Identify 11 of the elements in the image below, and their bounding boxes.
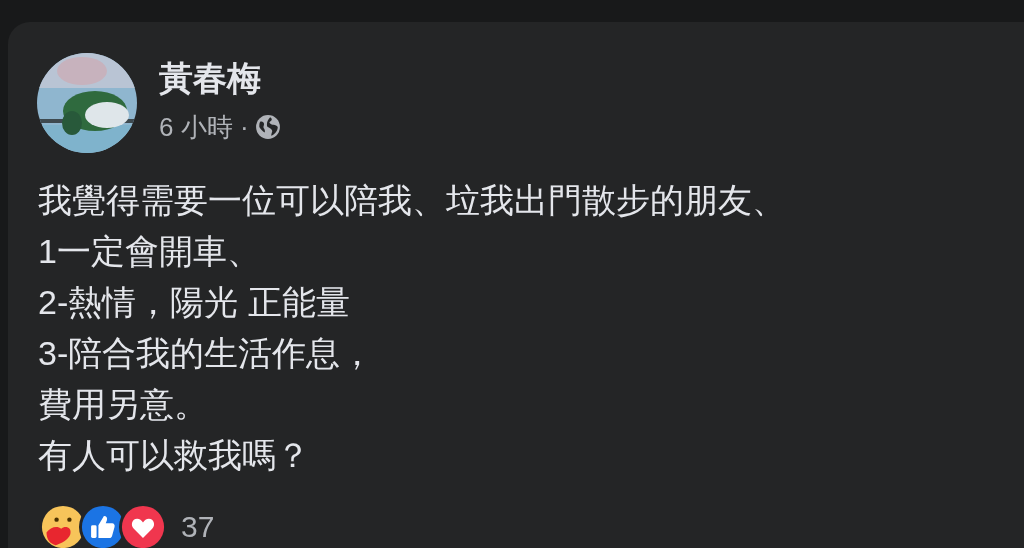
post-text-line: 我覺得需要一位可以陪我、垃我出門散步的朋友、 (38, 180, 787, 221)
heart-icon (121, 505, 165, 548)
post-text-line: 1一定會開車、 (38, 231, 262, 272)
reaction-count[interactable]: 37 (181, 510, 215, 544)
post-time[interactable]: 6 小時 · (159, 111, 249, 143)
post-text-line: 有人可以救我嗎？ (38, 435, 311, 476)
post-text-line: 費用另意。 (38, 384, 209, 425)
post-text-line: 2-熱情，陽光 正能量 (38, 282, 351, 323)
author-name[interactable]: 黃春梅 (159, 57, 281, 99)
post-text-line: 3-陪合我的生活作息， (38, 333, 376, 374)
globe-icon (254, 114, 281, 140)
